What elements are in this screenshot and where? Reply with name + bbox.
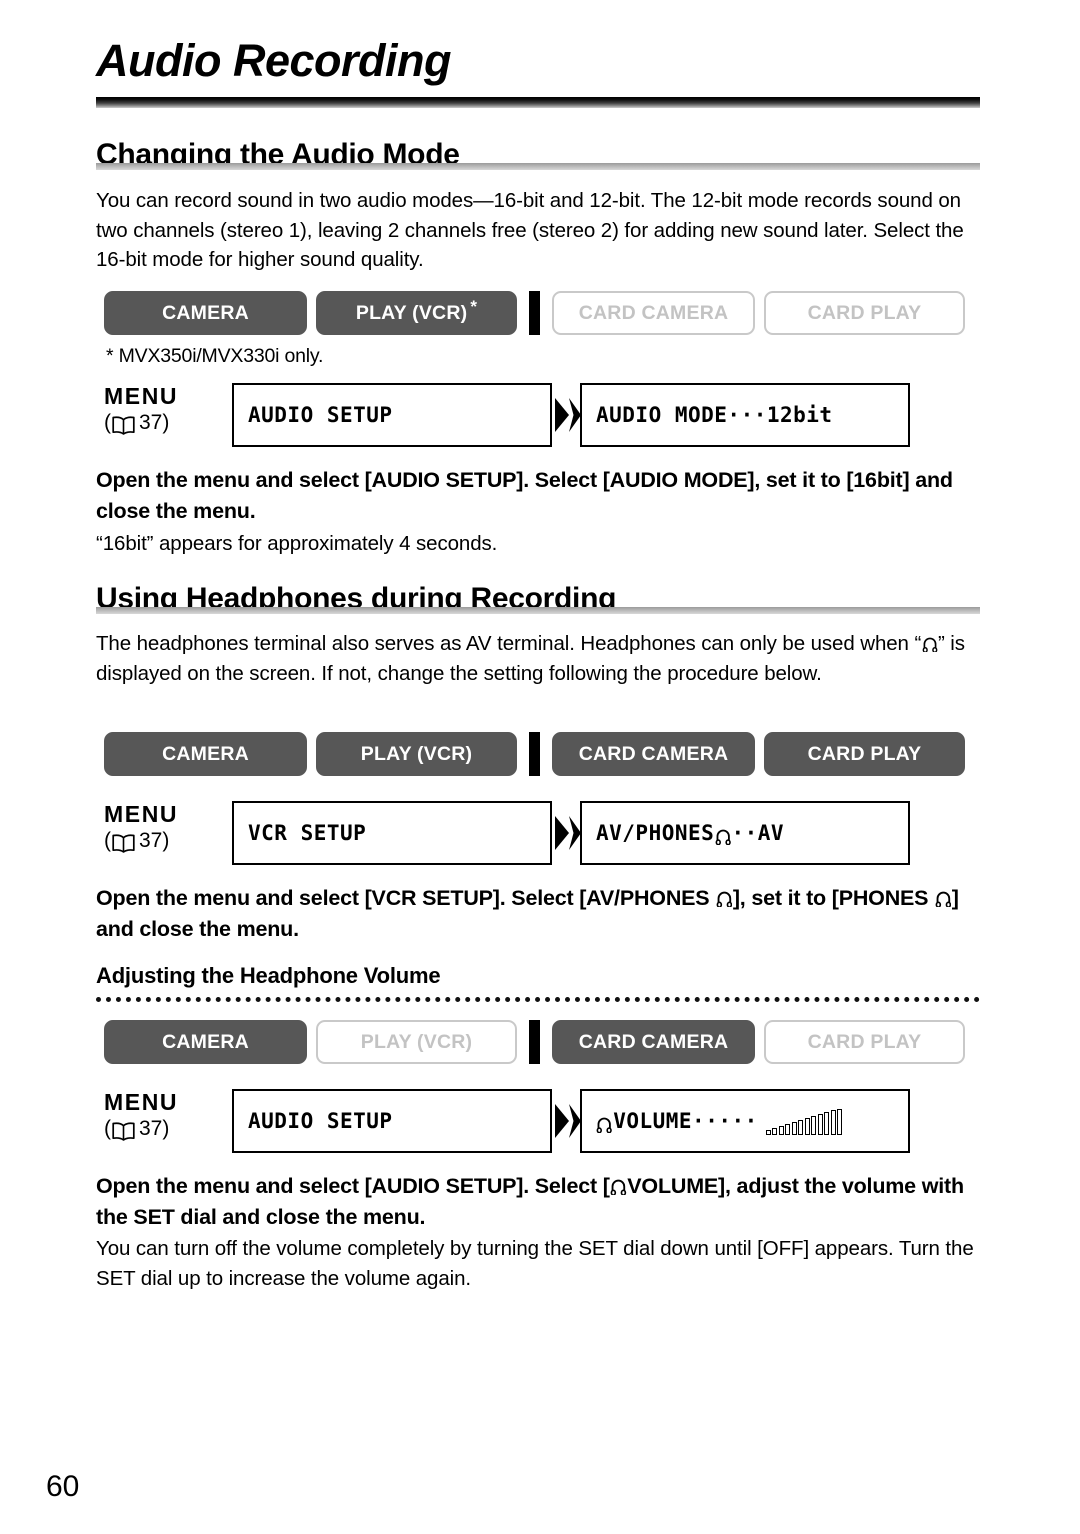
mode-button-card-camera[interactable]: CARD CAMERA [552,291,755,335]
menu-label-block: MENU ( 37) [104,383,224,437]
section-2-instruction-part2: ], set it to [PHONES [732,886,935,910]
next-step-arrow-icon [554,395,582,435]
menu-box-secondary: AV/PHONES ··AV [580,801,910,865]
mode-group-divider [529,291,540,335]
mode-button-row-3: CAMERA PLAY (VCR) CARD CAMERA CARD PLAY [104,1020,965,1064]
paren-open: ( [104,411,111,434]
menu-reference-row-1: MENU ( 37) AUDIO SETUP AUDIO MODE···12bi… [104,383,988,451]
page-title: Audio Recording [96,35,451,86]
headphones-icon [610,1173,627,1196]
mode-button-play-vcr[interactable]: PLAY (VCR) [316,1020,517,1064]
paren-open: ( [104,829,111,852]
mode-button-label: PLAY (VCR) [355,301,468,324]
mode-button-label: CAMERA [162,742,249,765]
menu-reference-row-3: MENU ( 37) AUDIO SETUP VOLUME····· [104,1089,988,1157]
mode-button-camera[interactable]: CAMERA [104,732,307,776]
mode-button-label: CARD PLAY [807,742,922,765]
section-2-instruction: Open the menu and select [VCR SETUP]. Se… [96,883,988,945]
mode-button-card-camera[interactable]: CARD CAMERA [552,732,755,776]
paren-open: ( [104,1117,111,1140]
menu-label-text: MENU [104,383,179,409]
menu-box-primary: AUDIO SETUP [232,383,552,447]
section-1-body: You can record sound in two audio modes—… [96,189,964,271]
mode-group-divider [529,732,540,776]
mode-button-camera[interactable]: CAMERA [104,1020,307,1064]
menu-page-reference: ( 37) [104,1115,224,1143]
menu-box-secondary: VOLUME····· [580,1089,910,1153]
section-3-note: You can turn off the volume completely b… [96,1237,974,1290]
mode-button-camera[interactable]: CAMERA [104,291,307,335]
next-step-arrow-icon [554,813,582,853]
headphones-icon [715,826,731,846]
section-1-footnote: * MVX350i/MVX330i only. [106,345,324,367]
menu-box-primary: AUDIO SETUP [232,1089,552,1153]
menu-box-primary: VCR SETUP [232,801,552,865]
section-2-body-part1: The headphones terminal also serves as A… [96,632,922,655]
footnote-asterisk: * [470,296,478,316]
menu-box-secondary-post: ··AV [731,821,785,845]
headphones-icon [922,631,938,653]
menu-page-number: 37 [139,411,163,434]
mode-button-row-2: CAMERA PLAY (VCR) CARD CAMERA CARD PLAY [104,732,965,776]
section-2-body: The headphones terminal also serves as A… [96,629,984,688]
mode-button-label: CARD PLAY [807,1030,922,1053]
headphones-icon [935,885,952,908]
menu-reference-row-2: MENU ( 37) VCR SETUP AV/PHONES ··AV [104,801,988,869]
page-number: 60 [46,1470,80,1503]
manual-page: Audio Recording Changing the Audio Mode … [0,0,1080,1534]
volume-level-icon [765,1109,844,1135]
menu-box-secondary-text: AUDIO MODE···12bit [596,403,833,427]
menu-page-reference: ( 37) [104,409,224,437]
section-2-instruction-part1: Open the menu and select [VCR SETUP]. Se… [96,886,716,910]
section-2-subheading: Adjusting the Headphone Volume [96,963,441,988]
book-icon [112,1121,135,1141]
paren-close: ) [162,829,170,852]
mode-button-label: CAMERA [162,301,249,324]
menu-box-secondary-pre: AV/PHONES [596,821,715,845]
mode-button-play-vcr[interactable]: PLAY (VCR) * [316,291,517,335]
mode-button-label: CARD CAMERA [578,742,729,765]
menu-page-number: 37 [139,829,163,852]
menu-page-number: 37 [139,1117,163,1140]
section-1-instruction: Open the menu and select [AUDIO SETUP]. … [96,468,953,523]
mode-button-row-1: CAMERA PLAY (VCR) * CARD CAMERA CARD PLA… [104,291,965,335]
mode-button-card-play[interactable]: CARD PLAY [764,1020,965,1064]
mode-button-label: PLAY (VCR) [360,742,473,765]
dotted-separator [96,997,980,1002]
menu-box-secondary-pre: VOLUME····· [613,1109,758,1133]
mode-button-card-camera[interactable]: CARD CAMERA [552,1020,755,1064]
mode-button-label: PLAY (VCR) [360,1030,473,1053]
mode-button-label: CAMERA [162,1030,249,1053]
mode-button-card-play[interactable]: CARD PLAY [764,732,965,776]
book-icon [112,415,135,435]
mode-group-divider [529,1020,540,1064]
headphones-icon [596,1114,613,1134]
book-icon [112,833,135,853]
next-step-arrow-icon [554,1101,582,1141]
mode-button-card-play[interactable]: CARD PLAY [764,291,965,335]
menu-label-block: MENU ( 37) [104,1089,224,1143]
section-1-note: “16bit” appears for approximately 4 seco… [96,532,498,555]
menu-box-secondary: AUDIO MODE···12bit [580,383,910,447]
section-2-divider [96,607,980,614]
menu-label-text: MENU [104,801,179,827]
mode-button-play-vcr[interactable]: PLAY (VCR) [316,732,517,776]
menu-label-block: MENU ( 37) [104,801,224,855]
chapter-divider [96,97,980,108]
menu-label-text: MENU [104,1089,179,1115]
paren-close: ) [162,1117,170,1140]
mode-button-label: CARD CAMERA [578,301,729,324]
headphones-icon [716,885,733,908]
mode-button-label: CARD PLAY [807,301,922,324]
section-1-divider [96,163,980,170]
section-3-instruction-part1: Open the menu and select [AUDIO SETUP]. … [96,1174,610,1198]
mode-button-label: CARD CAMERA [578,1030,729,1053]
section-3-instruction: Open the menu and select [AUDIO SETUP]. … [96,1171,988,1233]
menu-page-reference: ( 37) [104,827,224,855]
paren-close: ) [162,411,170,434]
